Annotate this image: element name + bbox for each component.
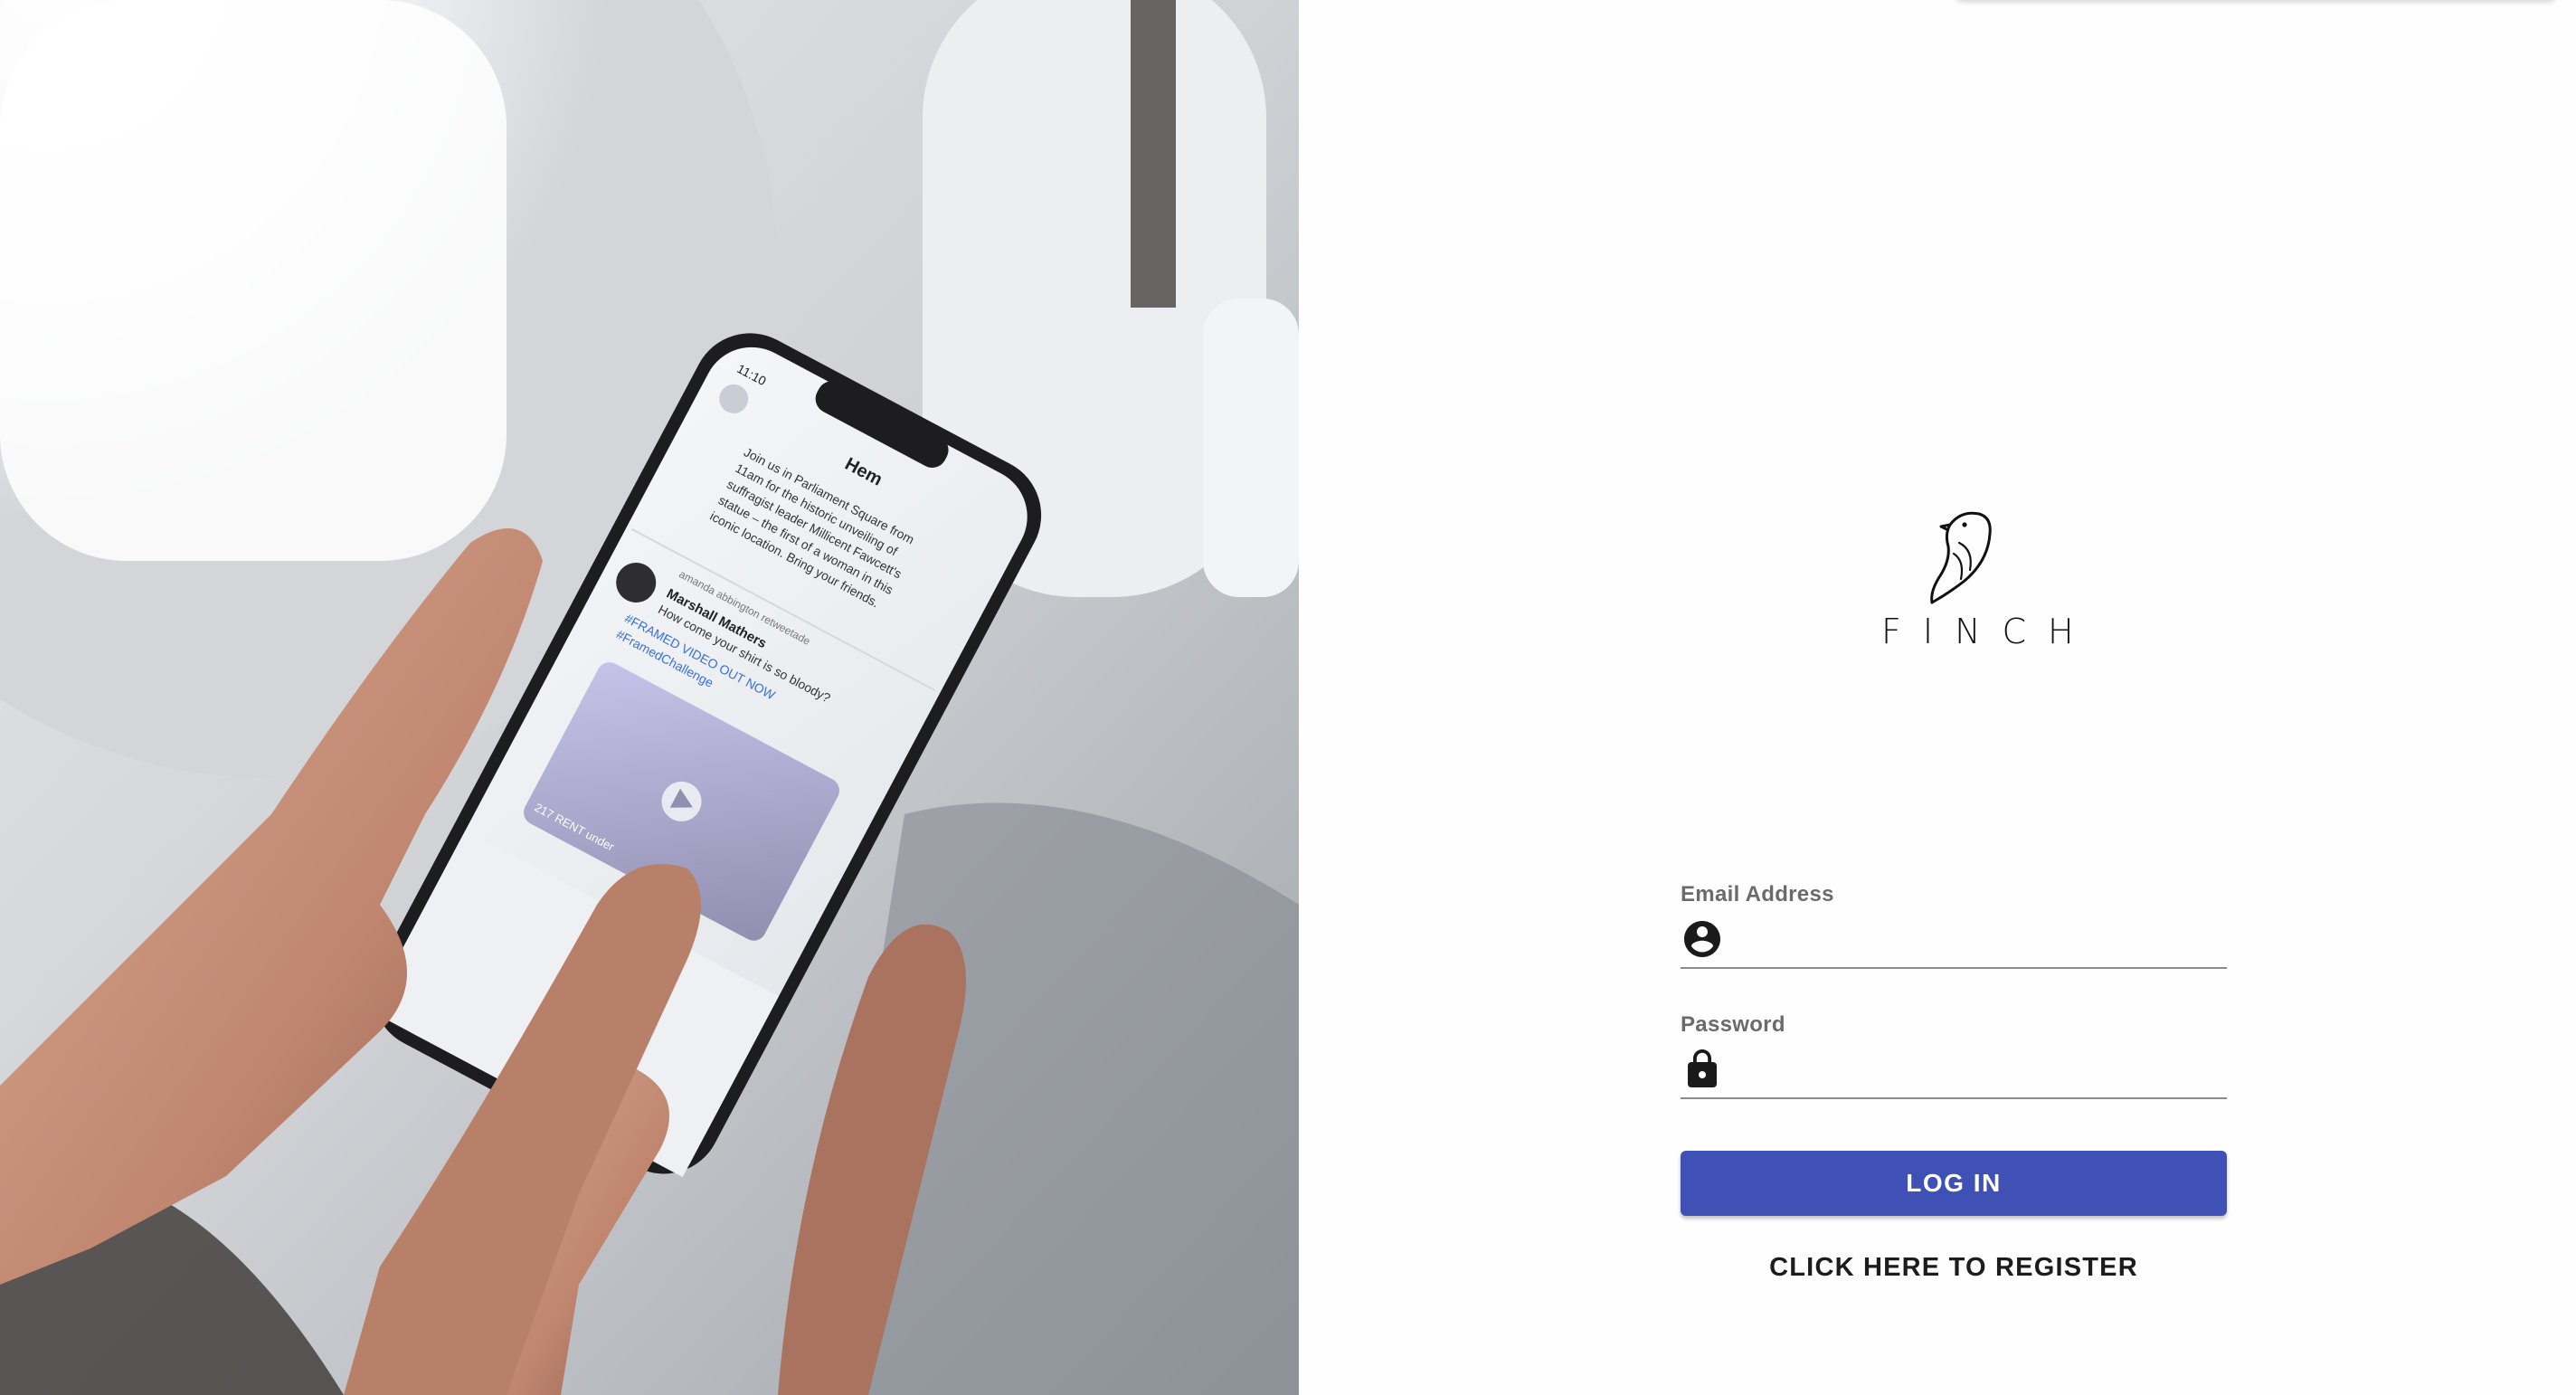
password-underline [1681, 1097, 2227, 1099]
login-button[interactable]: LOG IN [1681, 1151, 2227, 1216]
finch-logo: FINCH [1860, 507, 2096, 651]
email-field-group: Email Address [1681, 878, 2227, 969]
account-circle-icon [1684, 921, 1720, 957]
phone-in-hand-illustration: 11:10 Hem Join us in Parliament Square f… [0, 0, 1299, 1395]
login-form: Email Address Password LOG IN CLICK HERE… [1681, 878, 2227, 1282]
hero-photo: 11:10 Hem Join us in Parliament Square f… [0, 0, 1299, 1395]
password-label: Password [1681, 1012, 1785, 1037]
login-page: 11:10 Hem Join us in Parliament Square f… [0, 0, 2576, 1395]
finch-bird-icon [1930, 511, 1992, 604]
logo-wordmark: FINCH [1881, 612, 2096, 651]
email-label: Email Address [1681, 882, 1834, 906]
email-input[interactable] [1735, 919, 2227, 961]
email-underline [1681, 967, 2227, 969]
password-input[interactable] [1735, 1049, 2227, 1091]
password-field-group: Password [1681, 1008, 2227, 1099]
login-panel: FINCH Email Address Password LOG IN CLIC… [1299, 0, 2576, 1395]
register-link[interactable]: CLICK HERE TO REGISTER [1681, 1243, 2227, 1292]
lock-icon [1688, 1049, 1717, 1087]
